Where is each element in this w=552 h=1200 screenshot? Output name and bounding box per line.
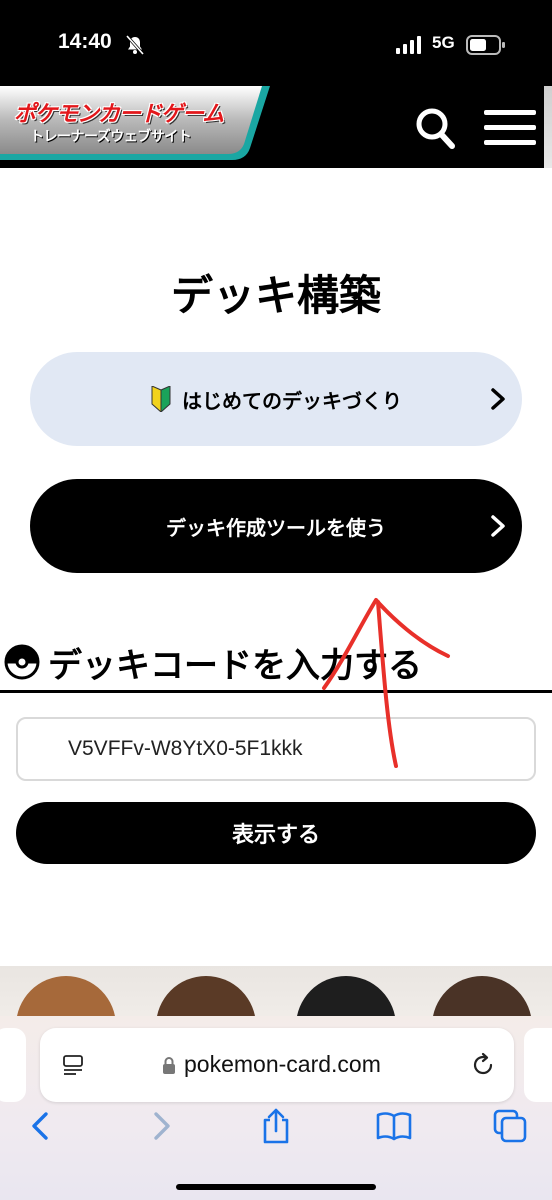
lock-icon	[163, 1057, 175, 1074]
url-text: pokemon-card.com	[184, 1051, 381, 1077]
share-icon[interactable]	[256, 1106, 296, 1146]
show-button[interactable]: 表示する	[16, 802, 536, 864]
battery-icon	[466, 35, 505, 55]
chevron-right-icon	[491, 515, 505, 537]
tabs-icon[interactable]	[490, 1106, 530, 1146]
cell-signal-icon	[396, 36, 421, 54]
deck-builder-tool-button[interactable]: デッキ作成ツールを使う	[30, 479, 522, 573]
silent-bell-icon	[125, 35, 145, 55]
next-tab-preview[interactable]	[524, 1028, 552, 1102]
section-divider	[0, 690, 552, 693]
logo-text-main: ポケモンカードゲーム	[14, 102, 224, 127]
beginner-deck-button[interactable]: はじめてのデッキづくり	[30, 352, 522, 446]
logo-text-sub: トレーナーズウェブサイト	[30, 129, 192, 145]
page-menu-icon[interactable]	[62, 1054, 84, 1076]
status-time: 14:40	[58, 30, 112, 53]
promo-banner[interactable]	[0, 966, 552, 1022]
status-bar: 14:40 5G	[0, 0, 552, 86]
back-icon[interactable]	[22, 1106, 62, 1146]
side-edge	[544, 86, 552, 168]
site-header: ポケモンカードゲーム トレーナーズウェブサイト	[0, 86, 552, 168]
bookmarks-icon[interactable]	[374, 1106, 414, 1146]
previous-tab-preview[interactable]	[0, 1028, 26, 1102]
beginner-leaf-icon	[151, 386, 171, 412]
beginner-deck-label: はじめてのデッキづくり	[182, 388, 402, 413]
home-indicator	[176, 1184, 376, 1190]
forward-icon[interactable]	[140, 1106, 180, 1146]
deck-builder-tool-label: デッキ作成ツールを使う	[166, 515, 386, 540]
page-title: デッキ構築	[170, 271, 381, 320]
site-logo[interactable]: ポケモンカードゲーム トレーナーズウェブサイト	[0, 86, 272, 164]
network-type: 5G	[432, 33, 455, 52]
chevron-right-icon	[491, 388, 505, 410]
deck-code-input[interactable]	[16, 717, 536, 781]
deck-code-heading-text: デッキコードを入力する	[48, 645, 422, 686]
hamburger-menu-icon[interactable]	[484, 110, 536, 146]
browser-toolbar: pokemon-card.com	[0, 1016, 552, 1200]
reload-icon[interactable]	[470, 1052, 496, 1078]
pokeball-icon	[4, 644, 40, 680]
search-icon[interactable]	[414, 106, 456, 150]
address-bar[interactable]: pokemon-card.com	[40, 1028, 514, 1102]
deck-code-heading: デッキコードを入力する	[4, 638, 422, 686]
